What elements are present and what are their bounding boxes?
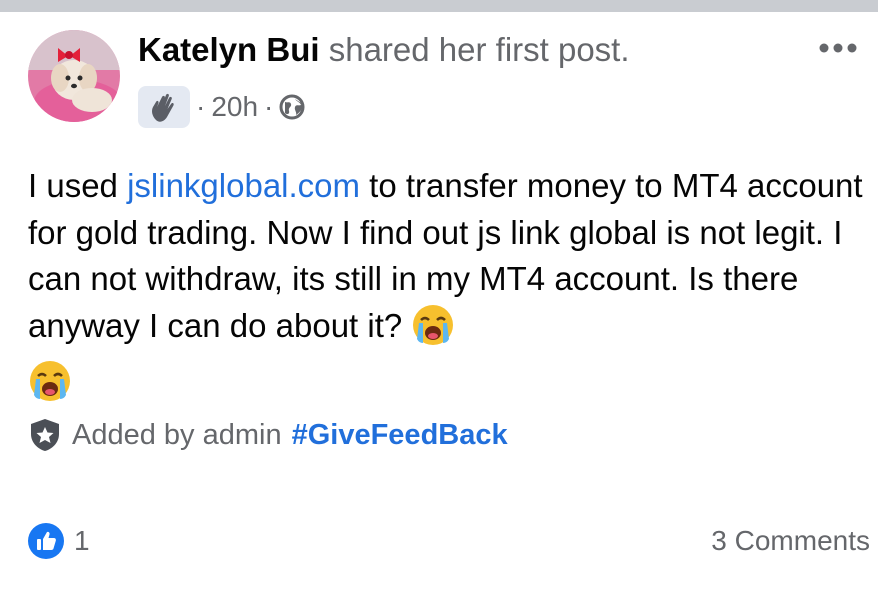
like-icon <box>28 523 64 559</box>
post-header-title: Katelyn Bui shared her first post. <box>138 28 630 72</box>
avatar-image <box>28 30 120 122</box>
author-name[interactable]: Katelyn Bui <box>138 31 320 68</box>
avatar[interactable] <box>28 30 120 122</box>
feed-divider <box>0 0 878 12</box>
post-time[interactable]: 20h <box>211 91 258 123</box>
loudly-crying-face-icon <box>411 303 455 360</box>
post-text-prefix: I used <box>28 167 128 204</box>
post-action-text: shared her first post. <box>328 31 630 68</box>
reactions-summary[interactable]: 1 <box>28 522 90 560</box>
comments-count-link[interactable]: 3 Comments <box>711 522 870 560</box>
admin-tag-line: Added by admin #GiveFeedBack <box>28 415 508 455</box>
post-link[interactable]: jslinkglobal.com <box>127 167 360 204</box>
post-text: I used jslinkglobal.com to transfer mone… <box>28 163 868 416</box>
globe-icon <box>279 94 305 120</box>
separator-dot: · <box>196 91 206 122</box>
added-by-text: Added by admin <box>72 418 282 451</box>
admin-shield-icon <box>28 417 62 453</box>
more-dots-icon <box>819 43 857 53</box>
loudly-crying-face-icon-2 <box>28 359 72 416</box>
more-options-button[interactable] <box>812 30 864 66</box>
post-meta: · 20h · <box>138 84 305 130</box>
reaction-count: 1 <box>74 525 90 556</box>
separator-dot-2: · <box>264 91 274 122</box>
waving-hand-icon[interactable] <box>138 86 190 128</box>
hashtag-link[interactable]: #GiveFeedBack <box>292 419 508 452</box>
